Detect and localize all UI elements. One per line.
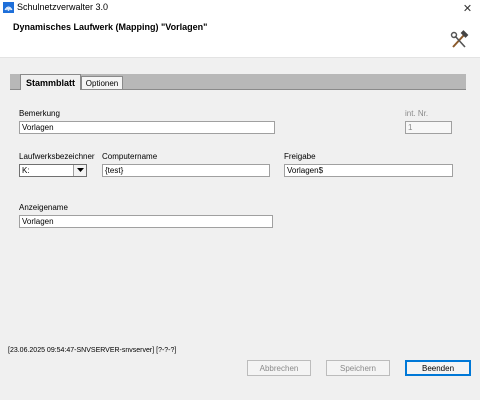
- laufwerk-select[interactable]: K:: [19, 164, 87, 177]
- tab-optionen[interactable]: Optionen: [81, 76, 123, 89]
- bemerkung-label: Bemerkung: [19, 109, 60, 118]
- anzeigename-input[interactable]: Vorlagen: [19, 215, 273, 228]
- laufwerk-label: Laufwerksbezeichner: [19, 152, 95, 161]
- status-text: [23.06.2025 09:54:47-SNVSERVER-snvserver…: [8, 347, 177, 354]
- freigabe-input[interactable]: Vorlagen$: [284, 164, 453, 177]
- bemerkung-input[interactable]: Vorlagen: [19, 121, 275, 134]
- window-title: Schulnetzverwalter 3.0: [17, 2, 109, 12]
- freigabe-label: Freigabe: [284, 152, 316, 161]
- hammer-wrench-icon: [449, 30, 469, 50]
- computername-input[interactable]: {test}: [102, 164, 270, 177]
- dialog-title: Dynamisches Laufwerk (Mapping) "Vorlagen…: [13, 22, 208, 32]
- int-nr-label: int. Nr.: [405, 109, 429, 118]
- chevron-down-icon[interactable]: [73, 165, 86, 176]
- beenden-button[interactable]: Beenden: [405, 360, 471, 376]
- speichern-button[interactable]: Speichern: [326, 360, 390, 376]
- close-button[interactable]: ✕: [455, 0, 480, 16]
- int-nr-field: 1: [405, 121, 452, 134]
- computername-label: Computername: [102, 152, 158, 161]
- abbrechen-button[interactable]: Abbrechen: [247, 360, 311, 376]
- tab-stammblatt[interactable]: Stammblatt: [20, 74, 81, 90]
- app-icon: [3, 2, 14, 13]
- laufwerk-value: K:: [22, 166, 30, 175]
- anzeigename-label: Anzeigename: [19, 203, 68, 212]
